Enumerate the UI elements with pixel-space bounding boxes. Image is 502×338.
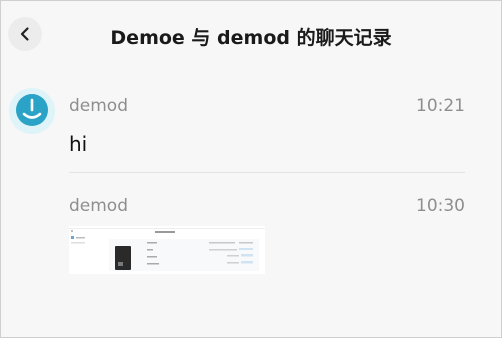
page-title: Demoe 与 demod 的聊天记录 [110,27,392,49]
message-sender: demod [69,96,129,116]
message-time: 10:30 [416,196,465,216]
user-avatar-icon [9,88,55,134]
chat-history-screen: Demoe 与 demod 的聊天记录 demod 10:21 hi demod… [0,0,502,338]
message-text[interactable]: hi [69,132,465,156]
back-button[interactable] [8,17,42,51]
message-item: demod 10:30 [69,196,465,220]
message-sender: demod [69,196,129,216]
image-attachment[interactable] [69,226,265,274]
message-time: 10:21 [416,96,465,116]
screenshot-image [69,226,265,274]
avatar[interactable] [9,88,55,134]
message-divider [69,172,465,173]
chevron-left-icon [20,27,29,41]
message-item: demod 10:21 hi [69,96,465,156]
